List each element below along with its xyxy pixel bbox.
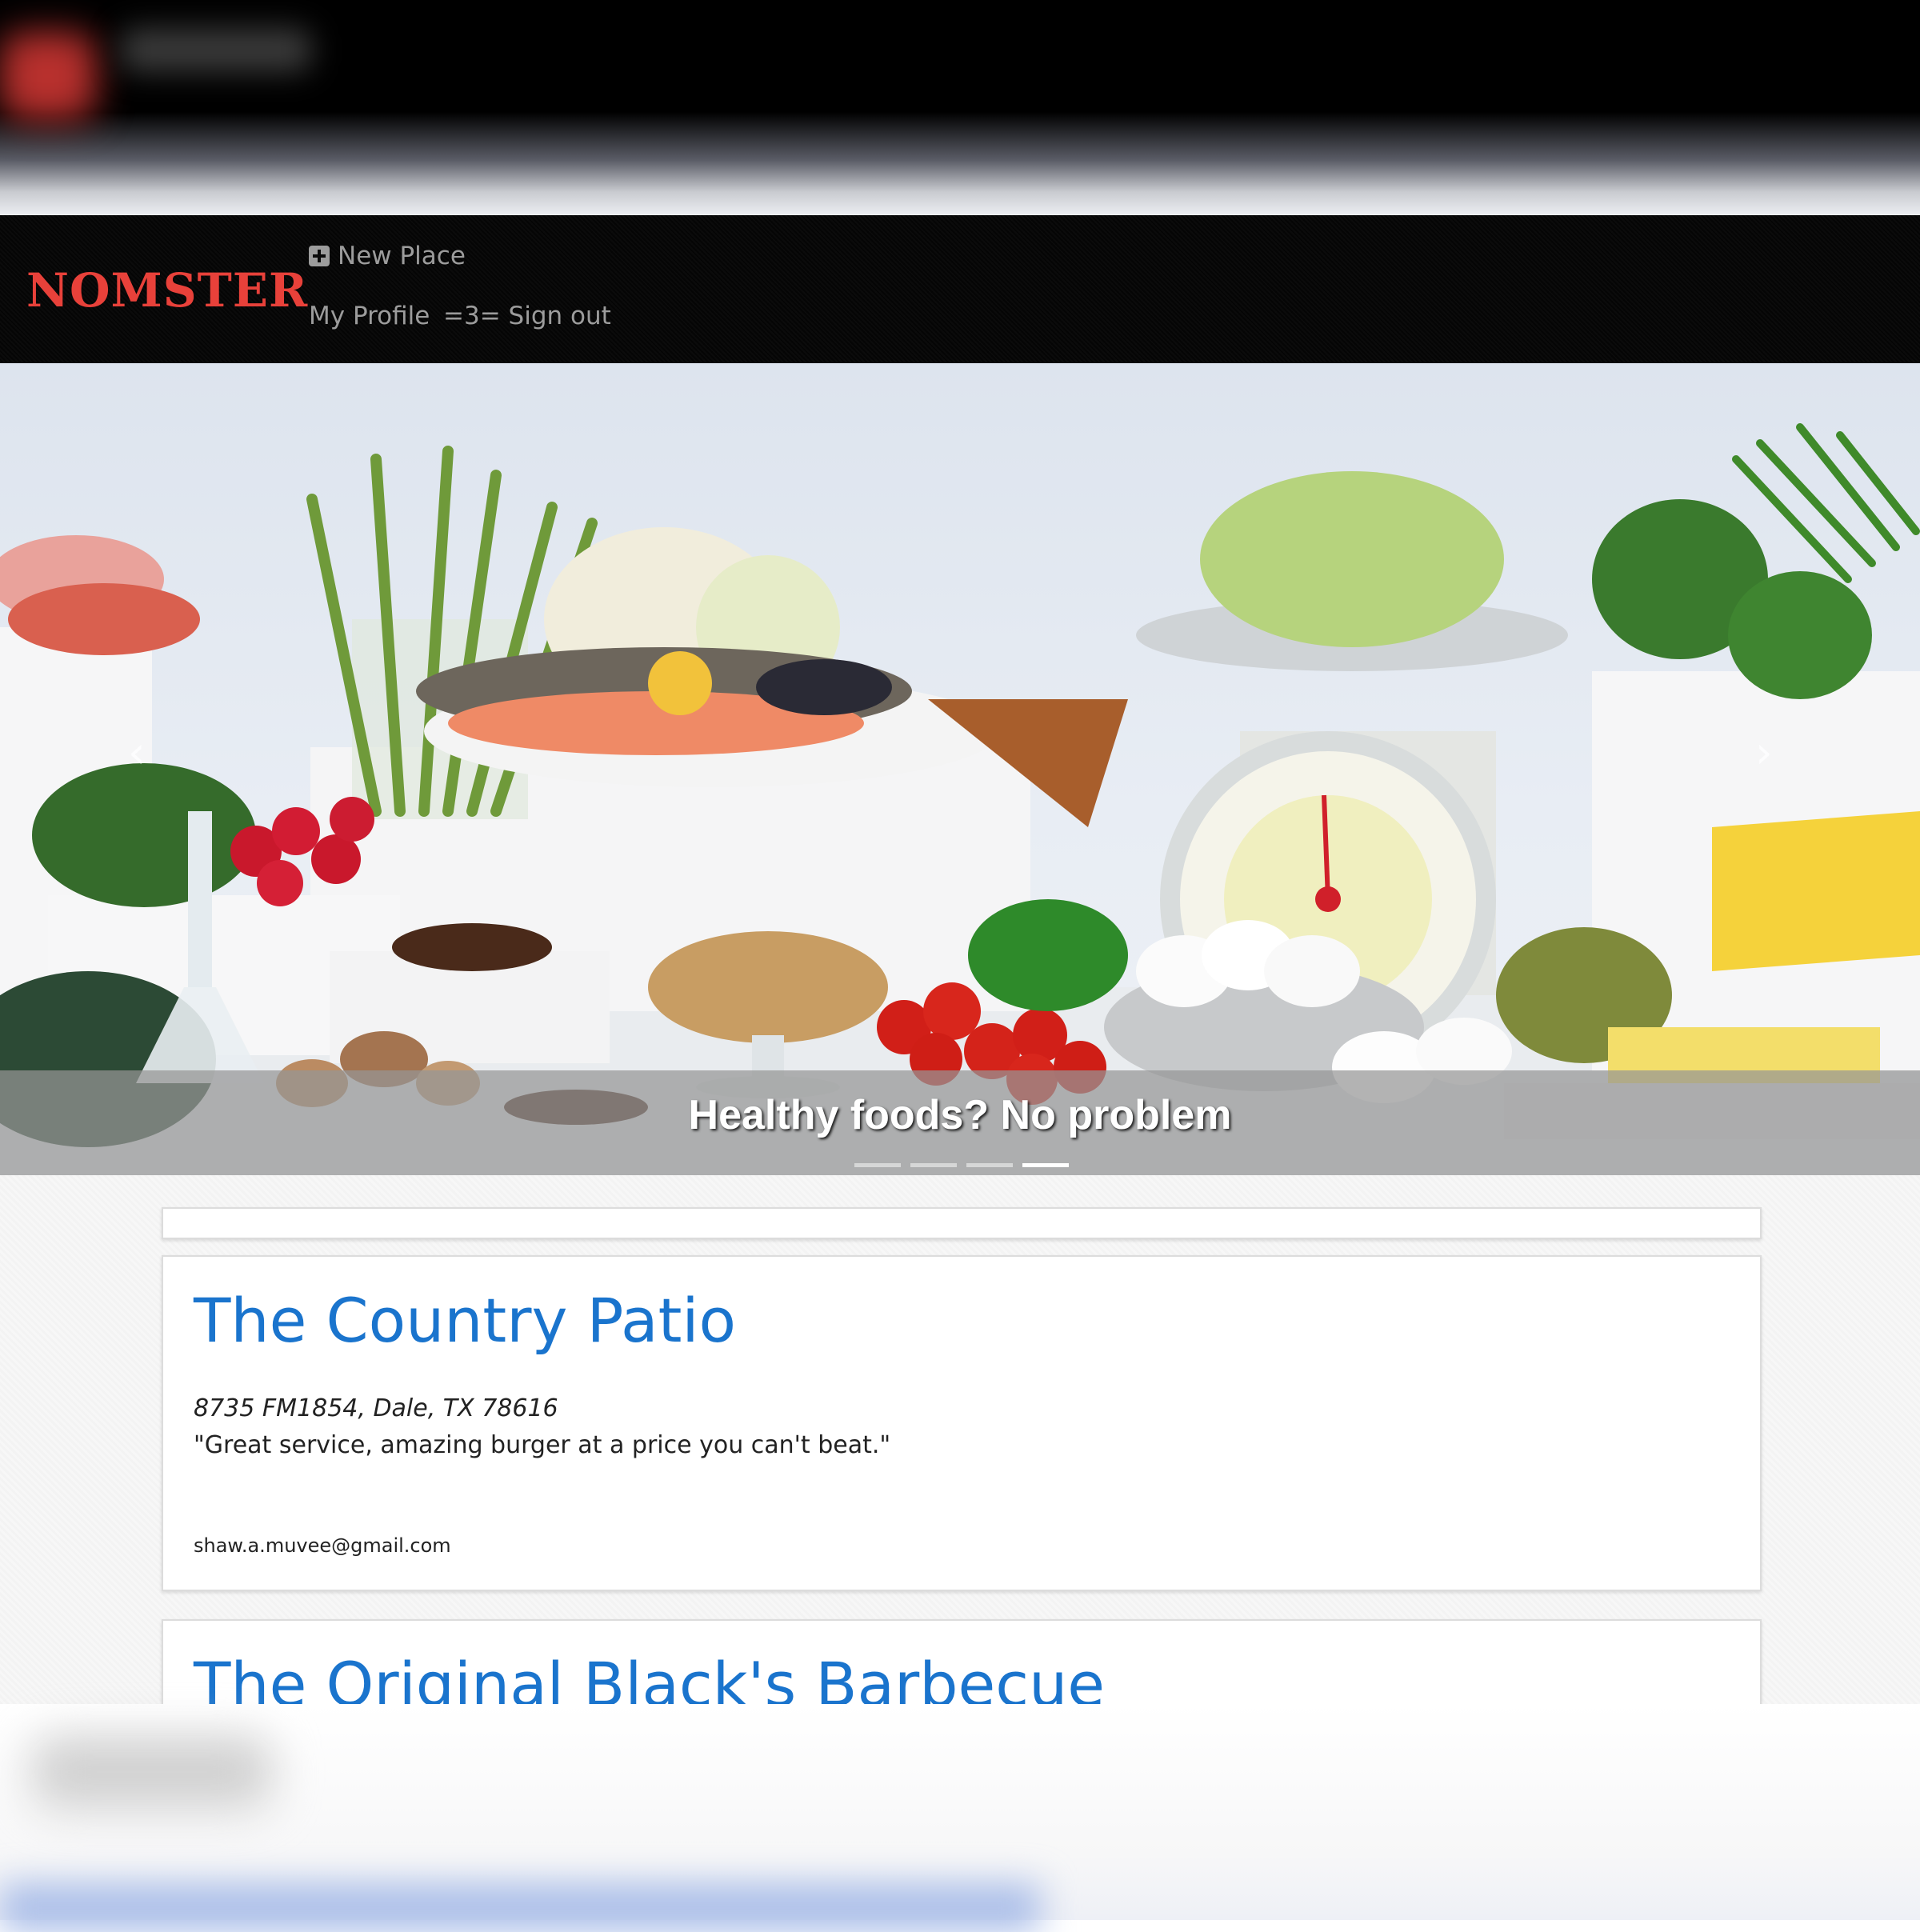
carousel-indicator-4[interactable]	[1022, 1163, 1069, 1167]
place-address: 8735 FM1854, Dale, TX 78616	[194, 1394, 558, 1422]
sign-out-link[interactable]: =3= Sign out	[443, 302, 611, 330]
plus-square-icon	[309, 246, 330, 266]
carousel-caption: Healthy foods? No problem	[688, 1092, 1232, 1138]
place-author-email: shaw.a.muvee@gmail.com	[194, 1534, 451, 1557]
blurred-tab-title	[120, 28, 312, 72]
new-place-label: New Place	[338, 242, 466, 270]
carousel-indicator-2[interactable]	[910, 1163, 957, 1167]
blurred-bottom-bar	[0, 1884, 1040, 1932]
carousel-indicator-3[interactable]	[966, 1163, 1013, 1167]
blurred-bottom-element	[32, 1736, 272, 1808]
blurred-browser-chrome	[0, 0, 1920, 215]
places-list: The Country Patio 8735 FM1854, Dale, TX …	[0, 1175, 1920, 1704]
place-card: The Original Black's Barbecue	[162, 1619, 1762, 1704]
carousel-slide-image	[0, 423, 1920, 1175]
place-card: The Country Patio 8735 FM1854, Dale, TX …	[162, 1255, 1762, 1591]
carousel-indicator-1[interactable]	[854, 1163, 901, 1167]
carousel-indicators	[854, 1163, 1069, 1167]
place-title-link[interactable]: The Country Patio	[194, 1285, 736, 1356]
empty-card	[162, 1207, 1762, 1239]
blurred-favicon	[0, 32, 96, 120]
carousel-prev-button[interactable]: ‹	[128, 727, 146, 778]
app-window: NOMSTER New Place My Profile =3= Sign ou…	[0, 215, 1920, 1704]
chevron-right-icon: ›	[1755, 727, 1773, 778]
place-review: "Great service, amazing burger at a pric…	[194, 1431, 891, 1459]
navbar: NOMSTER New Place My Profile =3= Sign ou…	[0, 215, 1920, 363]
chevron-left-icon: ‹	[128, 727, 146, 778]
brand-logo[interactable]: NOMSTER	[26, 263, 308, 318]
food-carousel: ‹ › Healthy foods? No problem	[0, 363, 1920, 1175]
blurred-taskbar	[0, 1704, 1920, 1932]
my-profile-link[interactable]: My Profile	[309, 302, 430, 330]
carousel-next-button[interactable]: ›	[1755, 727, 1773, 778]
new-place-link[interactable]: New Place	[309, 242, 466, 270]
place-title-link[interactable]: The Original Black's Barbecue	[194, 1649, 1105, 1704]
